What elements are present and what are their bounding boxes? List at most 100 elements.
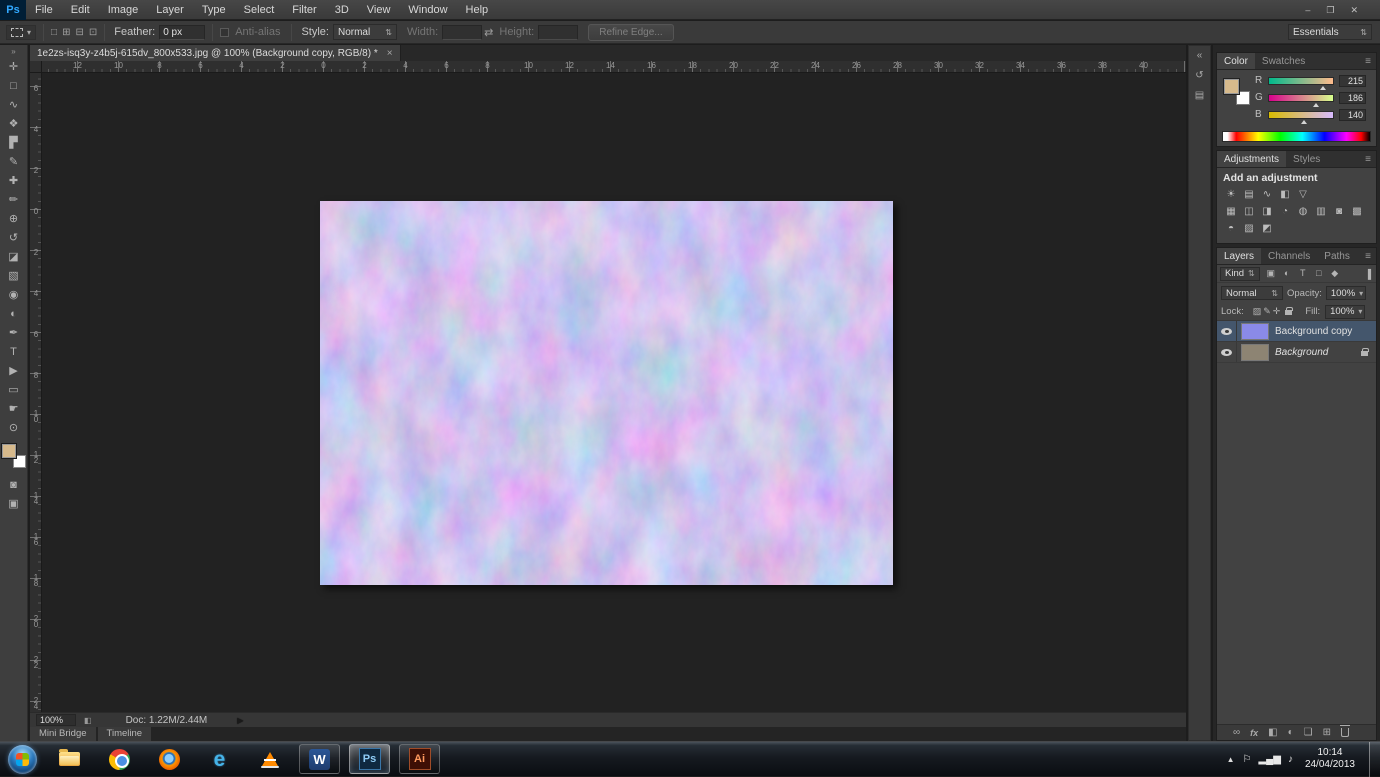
slider-handle[interactable] [1301,120,1307,124]
intersect-selection-icon[interactable]: ⊡ [89,27,97,38]
layer-mask-icon[interactable]: ◧ [1268,727,1277,738]
shape-tool[interactable]: ▭ [0,381,28,400]
close-icon[interactable]: ✕ [1350,0,1358,20]
zoom-tool[interactable]: ⊙ [0,419,28,438]
show-desktop-button[interactable] [1369,742,1380,777]
height-input[interactable] [538,25,578,40]
menu-item[interactable]: Select [235,0,284,20]
black-white-icon[interactable]: ◨ [1258,203,1276,220]
visibility-cell[interactable] [1217,321,1237,341]
hand-tool[interactable]: ☛ [0,400,28,419]
photo-filter-icon[interactable]: ◔ [1276,203,1294,220]
width-input[interactable] [442,25,482,40]
clock[interactable]: 10:14 24/04/2013 [1305,747,1355,771]
internet-explorer-taskbar-button[interactable]: e [199,744,240,774]
layer-row-background[interactable]: Background [1217,342,1376,363]
antialias-checkbox[interactable] [220,28,229,37]
foreground-color-swatch[interactable] [1224,79,1239,94]
filter-pixel-layers-icon[interactable]: ▣ [1264,268,1278,279]
brush-tool[interactable]: ✏ [0,191,28,210]
dodge-tool[interactable]: ◐ [0,305,28,324]
eye-icon[interactable] [1221,328,1232,335]
delete-layer-icon[interactable] [1341,728,1349,737]
layer-group-icon[interactable]: ❏ [1304,727,1313,738]
layer-thumbnail[interactable] [1241,344,1269,361]
lock-position-icon[interactable]: ✛ [1273,306,1281,317]
menu-item[interactable]: File [26,0,62,20]
brightness-contrast-icon[interactable]: ☀ [1222,186,1240,203]
channel-slider-track[interactable] [1268,77,1334,85]
filter-smart-object-icon[interactable]: ◆ [1328,268,1342,279]
tab-close-icon[interactable]: × [387,48,393,59]
curves-icon[interactable]: ∿ [1258,186,1276,203]
lasso-tool[interactable]: ∿ [0,96,28,115]
fill-dropdown[interactable]: 100% ▾ [1325,305,1365,319]
firefox-taskbar-button[interactable] [149,744,190,774]
filter-kind-dropdown[interactable]: Kind ⇅ [1220,267,1260,281]
menu-item[interactable]: Window [399,0,456,20]
quick-selection-tool[interactable]: ❖ [0,115,28,134]
menu-item[interactable]: View [358,0,400,20]
vlc-taskbar-button[interactable] [249,744,290,774]
properties-panel-icon[interactable]: ▤ [1189,86,1211,106]
layer-name[interactable]: Background copy [1275,326,1352,337]
feather-input[interactable]: 0 px [159,25,205,40]
maximize-icon[interactable]: ❐ [1326,0,1334,20]
posterize-icon[interactable]: ▩ [1348,203,1366,220]
tab-styles[interactable]: Styles [1286,151,1327,167]
eraser-tool[interactable]: ◪ [0,248,28,267]
menu-item[interactable]: Image [99,0,148,20]
menu-item[interactable]: Help [457,0,498,20]
menu-item[interactable]: Edit [62,0,99,20]
tab-adjustments[interactable]: Adjustments [1217,151,1286,167]
visibility-cell[interactable] [1217,342,1237,362]
color-balance-icon[interactable]: ◫ [1240,203,1258,220]
add-selection-icon[interactable]: ⊞ [62,27,70,38]
filter-type-layers-icon[interactable]: T [1296,268,1310,279]
tab-paths[interactable]: Paths [1317,248,1357,264]
show-hidden-icons[interactable]: ▲ [1227,755,1235,764]
tool-preset-picker[interactable]: ▾ [6,25,36,40]
crop-tool[interactable]: ▛ [0,134,28,153]
exposure-icon[interactable]: ◧ [1276,186,1294,203]
layer-row-background-copy[interactable]: Background copy [1217,321,1376,342]
pen-tool[interactable]: ✒ [0,324,28,343]
screen-mode-icon[interactable]: ▣ [0,495,28,514]
lock-pixels-icon[interactable]: ✎ [1263,306,1271,317]
foreground-color-swatch[interactable] [2,444,16,458]
canvas[interactable] [320,201,893,585]
minimize-icon[interactable]: ‒ [1305,0,1310,20]
invert-icon[interactable]: ◙ [1330,203,1348,220]
gradient-map-icon[interactable]: ▨ [1240,220,1258,237]
type-tool[interactable]: T [0,343,28,362]
threshold-icon[interactable]: ◓ [1222,220,1240,237]
refine-edge-button[interactable]: Refine Edge... [588,24,673,41]
color-spectrum-bar[interactable] [1222,131,1371,142]
layer-effects-icon[interactable]: fx [1250,728,1258,738]
workspace-switcher[interactable]: Essentials ⇅ [1288,24,1372,40]
blend-mode-dropdown[interactable]: Normal ⇅ [1221,286,1283,300]
vertical-ruler[interactable]: 642024681012141618202224 [30,73,42,712]
gradient-tool[interactable]: ▧ [0,267,28,286]
layer-name[interactable]: Background [1275,347,1328,358]
hue-saturation-icon[interactable]: ▦ [1222,203,1240,220]
selective-color-icon[interactable]: ◩ [1258,220,1276,237]
adjustment-layer-icon[interactable]: ◐ [1288,727,1294,738]
history-panel-icon[interactable]: ↺ [1189,66,1211,86]
swap-dimensions-icon[interactable]: ⇄ [484,26,493,39]
link-layers-icon[interactable]: ∞ [1233,727,1240,738]
volume-icon[interactable]: ♪ [1288,754,1293,765]
document-workspace[interactable]: 1210864202468101214161820222426283032343… [30,61,1186,712]
eye-icon[interactable] [1221,349,1232,356]
network-icon[interactable]: ▂▄▆ [1258,754,1280,765]
channel-slider-track[interactable] [1268,94,1334,102]
style-dropdown[interactable]: Normal ⇅ [333,24,397,40]
path-selection-tool[interactable]: ▶ [0,362,28,381]
opacity-dropdown[interactable]: 100% ▾ [1326,286,1366,300]
vibrance-icon[interactable]: ▽ [1294,186,1312,203]
normal-map-image[interactable] [320,201,893,585]
channel-mixer-icon[interactable]: ◍ [1294,203,1312,220]
status-popup-arrow-icon[interactable]: ▶ [237,716,243,725]
history-brush-tool[interactable]: ↺ [0,229,28,248]
filter-toggle-icon[interactable]: ▐ [1365,269,1373,279]
